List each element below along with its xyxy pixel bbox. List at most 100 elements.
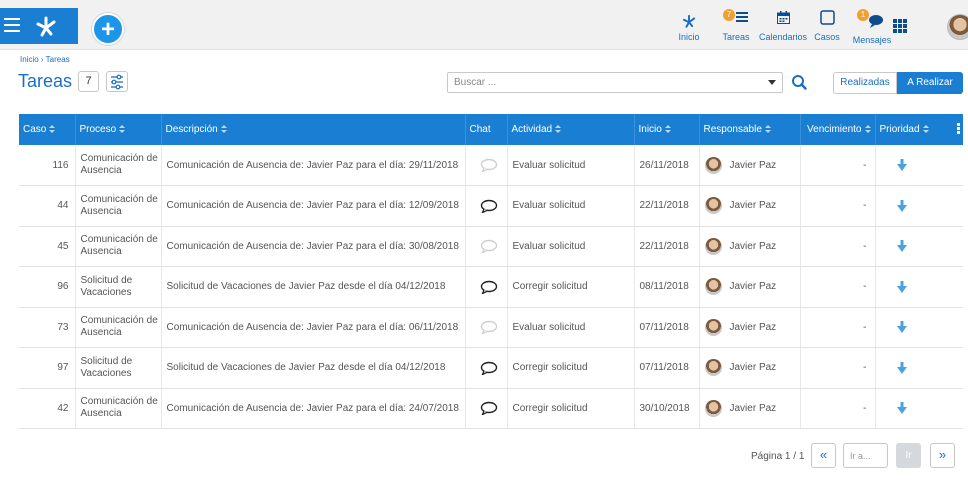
table-row[interactable]: 96 Solicitud de Vacaciones Solicitud de Va… (19, 266, 963, 308)
table-row[interactable]: 42 Comunicación de Ausencia Comunicación d… (19, 388, 963, 429)
cell-inicio: 07/11/2018 (634, 307, 700, 348)
chat-bubble-icon[interactable] (480, 199, 498, 213)
avatar (704, 156, 722, 174)
cell-inicio: 22/11/2018 (634, 185, 700, 227)
tasks-count-badge: 7 (723, 9, 735, 21)
cell-responsable: Javier Paz (699, 307, 801, 348)
col-label: Vencimiento (807, 124, 862, 135)
col-header-inicio[interactable]: Inicio (634, 114, 700, 145)
chat-bubble-icon[interactable] (480, 361, 498, 375)
cell-chat[interactable] (465, 347, 508, 389)
sort-icon (664, 124, 671, 134)
cell-chat[interactable] (465, 388, 508, 429)
filter-settings-button[interactable] (106, 71, 128, 92)
nav-label: Mensajes (852, 35, 892, 45)
cell-chat[interactable] (465, 185, 508, 227)
branch-logo-icon (682, 14, 696, 28)
cell-chat[interactable] (465, 145, 508, 186)
cell-inicio: 07/11/2018 (634, 347, 700, 389)
cell-descripcion[interactable]: Solicitud de Vacaciones de Javier Paz de… (161, 266, 466, 308)
table-row[interactable]: 44 Comunicación de Ausencia Comunicación d… (19, 185, 963, 227)
table-row[interactable]: 73 Comunicación de Ausencia Comunicación d… (19, 307, 963, 348)
cell-descripcion[interactable]: Comunicación de Ausencia de: Javier Paz … (161, 185, 466, 227)
cell-caso: 45 (19, 226, 76, 267)
realizadas-toggle[interactable]: Realizadas (833, 72, 897, 94)
cell-prioridad (875, 145, 963, 186)
col-header-actividad[interactable]: Actividad (507, 114, 635, 145)
case-square-icon (819, 10, 835, 25)
chat-bubble-icon[interactable] (480, 158, 498, 172)
cell-vencimiento: - (800, 388, 876, 429)
col-header-chat: Chat (465, 114, 508, 145)
brand-block (0, 8, 78, 44)
search-icon[interactable] (789, 72, 809, 93)
col-label: Actividad (511, 124, 553, 135)
priority-low-arrow-icon (896, 159, 907, 171)
sort-icon (119, 124, 126, 134)
search-input[interactable] (448, 73, 748, 92)
avatar (704, 278, 722, 296)
table-row[interactable]: 97 Solicitud de Vacaciones Solicitud de Va… (19, 347, 963, 389)
breadcrumb[interactable]: Inicio › Tareas (20, 55, 70, 64)
go-page-button[interactable]: Ir (896, 443, 921, 468)
cell-descripcion[interactable]: Comunicación de Ausencia de: Javier Paz … (161, 145, 466, 186)
cell-chat[interactable] (465, 307, 508, 348)
column-options-kebab-icon[interactable] (957, 123, 960, 135)
col-header-caso[interactable]: Caso (19, 114, 76, 145)
priority-low-arrow-icon (896, 321, 907, 334)
nav-calendarios[interactable]: Calendarios (758, 10, 808, 42)
chat-bubble-icon[interactable] (480, 401, 498, 416)
col-header-prioridad[interactable]: Prioridad (875, 114, 963, 145)
cell-proceso: Comunicación de Ausencia (75, 226, 162, 267)
search-box (447, 72, 783, 93)
chat-bubble-icon[interactable] (480, 320, 498, 335)
sort-icon (555, 124, 562, 134)
goto-page-input[interactable] (843, 443, 888, 468)
apps-grid-icon[interactable] (893, 19, 907, 33)
cell-proceso: Solicitud de Vacaciones (75, 347, 162, 389)
hamburger-menu-icon[interactable] (4, 18, 20, 32)
table-row[interactable]: 116 Comunicación de Ausencia Comunicación … (19, 145, 963, 186)
col-header-proceso[interactable]: Proceso (75, 114, 162, 145)
task-count: 7 (78, 71, 99, 92)
cell-actividad: Corregir solicitud (507, 266, 635, 308)
calendar-icon (776, 11, 790, 24)
priority-low-arrow-icon (896, 240, 907, 253)
cell-chat[interactable] (465, 266, 508, 308)
cell-chat[interactable] (465, 226, 508, 267)
col-header-descripcion[interactable]: Descripción (161, 114, 466, 145)
nav-mensajes[interactable]: 1 Mensajes (852, 9, 892, 45)
first-page-button[interactable]: « (811, 443, 836, 468)
nav-inicio[interactable]: Inicio (674, 10, 704, 42)
page-info: Página 1 / 1 (751, 451, 805, 462)
chat-bubble-icon[interactable] (480, 239, 498, 254)
cell-descripcion[interactable]: Comunicación de Ausencia de: Javier Paz … (161, 307, 466, 348)
cell-descripcion[interactable]: Comunicación de Ausencia de: Javier Paz … (161, 388, 466, 429)
col-header-vencimiento[interactable]: Vencimiento (800, 114, 876, 145)
table-row[interactable]: 45 Comunicación de Ausencia Comunicación d… (19, 226, 963, 267)
cell-inicio: 26/11/2018 (634, 145, 700, 186)
col-header-responsable[interactable]: Responsable (699, 114, 801, 145)
chat-bubble-icon[interactable] (480, 280, 498, 294)
nav-tareas[interactable]: 7 Tareas (721, 9, 751, 42)
search-dropdown-icon[interactable] (768, 80, 776, 85)
nav-casos[interactable]: Casos (814, 10, 840, 42)
cell-responsable: Javier Paz (699, 388, 801, 429)
responsable-name: Javier Paz (729, 281, 777, 293)
cell-caso: 97 (19, 347, 76, 389)
user-avatar[interactable] (947, 14, 968, 40)
cell-descripcion[interactable]: Solicitud de Vacaciones de Javier Paz de… (161, 347, 466, 389)
a-realizar-toggle[interactable]: A Realizar (897, 72, 963, 94)
tasks-table: Caso Proceso Descripción Chat Actividad … (19, 114, 963, 429)
last-page-button[interactable]: » (930, 443, 955, 468)
sort-icon (49, 124, 56, 134)
cell-descripcion[interactable]: Comunicación de Ausencia de: Javier Paz … (161, 226, 466, 267)
top-bar: + Inicio 7 Tareas Calendarios Casos 1 Me… (0, 0, 968, 50)
priority-low-arrow-icon (896, 402, 907, 415)
branch-logo-icon[interactable] (32, 14, 60, 38)
cell-vencimiento: - (800, 307, 876, 348)
nav-label: Casos (814, 32, 840, 42)
cell-prioridad (875, 266, 963, 308)
cell-proceso: Comunicación de Ausencia (75, 388, 162, 429)
new-item-button[interactable]: + (92, 13, 124, 45)
